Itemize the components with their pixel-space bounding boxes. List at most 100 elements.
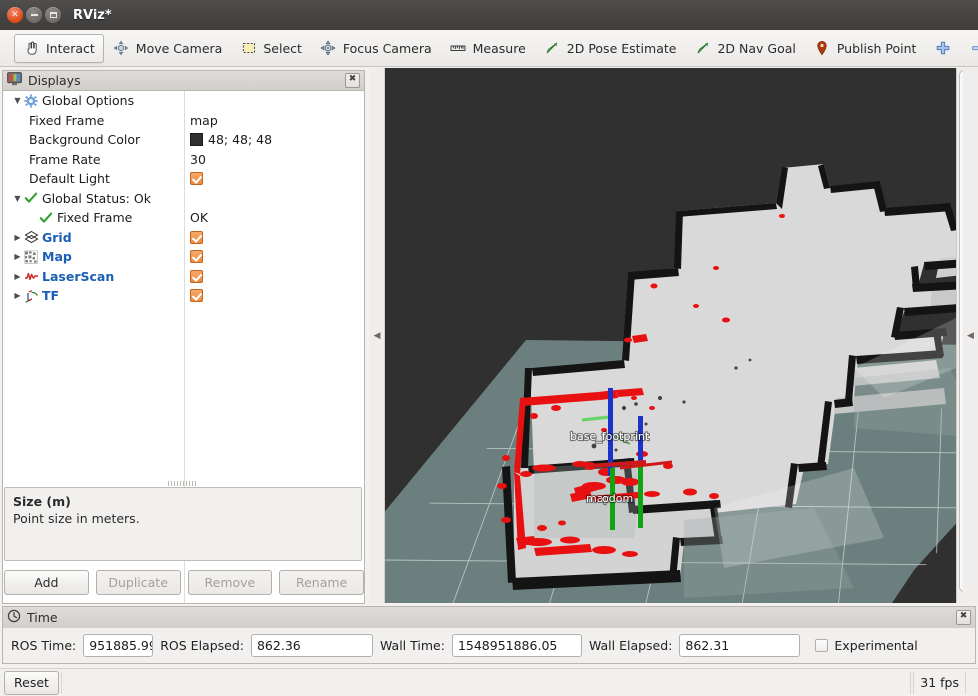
title-bar: ✕ RViz* — [0, 0, 978, 31]
clock-icon — [7, 609, 21, 626]
rviz-window: ✕ RViz* Interact — [0, 0, 978, 696]
ros-elapsed-field[interactable]: 862.36 — [251, 634, 373, 657]
tool-label: Interact — [46, 41, 95, 56]
tree-row-laserscan[interactable]: ▶ LaserScan — [3, 267, 364, 287]
remove-tool-button[interactable] — [960, 34, 978, 63]
expander-expand-icon[interactable]: ▶ — [12, 290, 23, 301]
tree-row-label: Fixed Frame — [57, 210, 132, 225]
time-panel-header: Time ✖ — [2, 606, 976, 628]
status-bar: Reset 31 fps — [0, 668, 978, 696]
tree-row-value[interactable] — [190, 172, 203, 185]
wall-time-label: Wall Time: — [380, 638, 445, 653]
add-tool-button[interactable] — [925, 34, 960, 63]
tf-icon — [23, 288, 39, 303]
expander-collapse-icon[interactable]: ▼ — [12, 95, 23, 106]
tree-row-label: Background Color — [29, 132, 140, 147]
laserscan-enabled-checkbox[interactable] — [190, 270, 203, 283]
hand-cursor-icon — [23, 40, 40, 57]
tree-row-label: Grid — [42, 230, 72, 245]
tool-2d-pose-estimate[interactable]: 2D Pose Estimate — [535, 34, 686, 63]
tree-row-value[interactable]: map — [190, 113, 218, 128]
tool-interact[interactable]: Interact — [14, 34, 104, 63]
tool-select[interactable]: Select — [231, 34, 311, 63]
focus-camera-icon — [320, 40, 337, 57]
maximize-icon[interactable] — [45, 7, 61, 23]
panel-close-icon[interactable]: ✖ — [956, 610, 971, 625]
tree-row-global-options[interactable]: ▼ Global — [3, 91, 364, 111]
status-message — [61, 672, 911, 694]
selection-rectangle-icon — [240, 40, 257, 57]
map-pin-icon — [814, 40, 831, 57]
tree-row-frame-rate[interactable]: Frame Rate 30 — [3, 150, 364, 170]
tool-label: Focus Camera — [343, 41, 432, 56]
close-icon[interactable]: ✕ — [7, 7, 23, 23]
wall-time-field[interactable]: 1548951886.05 — [452, 634, 582, 657]
tree-row-status-fixed-frame[interactable]: Fixed Frame OK — [3, 208, 364, 228]
tree-row-value[interactable] — [190, 231, 203, 244]
tool-label: Select — [263, 41, 302, 56]
fixed-frame-value: map — [190, 113, 218, 128]
main-toolbar: Interact Move Camera Select — [0, 30, 978, 67]
tool-label: Move Camera — [136, 41, 223, 56]
wall-elapsed-field[interactable]: 862.31 — [679, 634, 800, 657]
grid-icon — [23, 230, 39, 245]
tool-label: Publish Point — [837, 41, 917, 56]
map-enabled-checkbox[interactable] — [190, 250, 203, 263]
tree-row-value[interactable] — [190, 270, 203, 283]
rename-button: Rename — [279, 570, 364, 595]
experimental-checkbox[interactable] — [815, 639, 828, 652]
duplicate-button: Duplicate — [96, 570, 181, 595]
tool-label: 2D Nav Goal — [717, 41, 795, 56]
expander-expand-icon[interactable]: ▶ — [12, 271, 23, 282]
minus-icon — [969, 40, 978, 57]
minimize-icon[interactable] — [26, 7, 42, 23]
tool-measure[interactable]: Measure — [441, 34, 535, 63]
tree-row-background-color[interactable]: Background Color 48; 48; 48 — [3, 130, 364, 150]
tree-row-tf[interactable]: ▶ TF — [3, 286, 364, 306]
expander-collapse-icon[interactable]: ▼ — [12, 193, 23, 204]
tree-row-fixed-frame[interactable]: Fixed Frame map — [3, 111, 364, 131]
grid-enabled-checkbox[interactable] — [190, 231, 203, 244]
ros-time-field[interactable]: 951885.99 — [83, 634, 153, 657]
panel-splitter-grip[interactable] — [168, 481, 196, 486]
frame-rate-value: 30 — [190, 152, 206, 167]
tool-focus-camera[interactable]: Focus Camera — [311, 34, 441, 63]
tree-row-value[interactable] — [190, 250, 203, 263]
collapse-left-arrow-icon[interactable]: ◀ — [370, 68, 385, 603]
tree-row-label: Frame Rate — [29, 152, 101, 167]
tool-move-camera[interactable]: Move Camera — [104, 34, 232, 63]
remove-button: Remove — [188, 570, 273, 595]
reset-button[interactable]: Reset — [4, 671, 59, 695]
collapse-right-arrow-icon[interactable]: ◀ — [963, 68, 978, 603]
map-icon — [23, 249, 39, 264]
expander-expand-icon[interactable]: ▶ — [12, 251, 23, 262]
window-title: RViz* — [73, 8, 112, 23]
tree-row-label: Default Light — [29, 171, 110, 186]
expander-expand-icon[interactable]: ▶ — [12, 232, 23, 243]
experimental-label: Experimental — [834, 638, 917, 653]
tool-2d-nav-goal[interactable]: 2D Nav Goal — [685, 34, 804, 63]
tree-row-map[interactable]: ▶ Map — [3, 247, 364, 267]
tree-row-value: OK — [190, 210, 208, 225]
ros-time-label: ROS Time: — [11, 638, 76, 653]
tree-row-value[interactable]: 30 — [190, 152, 206, 167]
displays-button-row: Add Duplicate Remove Rename — [4, 570, 364, 595]
render-view-3d[interactable]: base_footprint map odom — [384, 68, 956, 603]
experimental-toggle[interactable]: Experimental — [815, 638, 917, 653]
displays-panel-title: Displays — [28, 73, 81, 88]
tool-publish-point[interactable]: Publish Point — [805, 34, 926, 63]
tree-row-value[interactable]: 48; 48; 48 — [190, 132, 272, 147]
add-button[interactable]: Add — [4, 570, 89, 595]
tree-row-default-light[interactable]: Default Light — [3, 169, 364, 189]
background-color-value: 48; 48; 48 — [208, 132, 272, 147]
frame-label-odom: odom — [602, 492, 633, 505]
nav-goal-arrow-icon — [694, 40, 711, 57]
default-light-checkbox[interactable] — [190, 172, 203, 185]
laserscan-icon — [23, 269, 39, 284]
tf-enabled-checkbox[interactable] — [190, 289, 203, 302]
tree-row-global-status[interactable]: ▼ Global Status: Ok — [3, 189, 364, 209]
tree-row-grid[interactable]: ▶ Grid — [3, 228, 364, 248]
tree-row-value[interactable] — [190, 289, 203, 302]
time-panel-body: ROS Time: 951885.99 ROS Elapsed: 862.36 … — [2, 628, 976, 664]
panel-close-icon[interactable]: ✖ — [345, 73, 360, 88]
